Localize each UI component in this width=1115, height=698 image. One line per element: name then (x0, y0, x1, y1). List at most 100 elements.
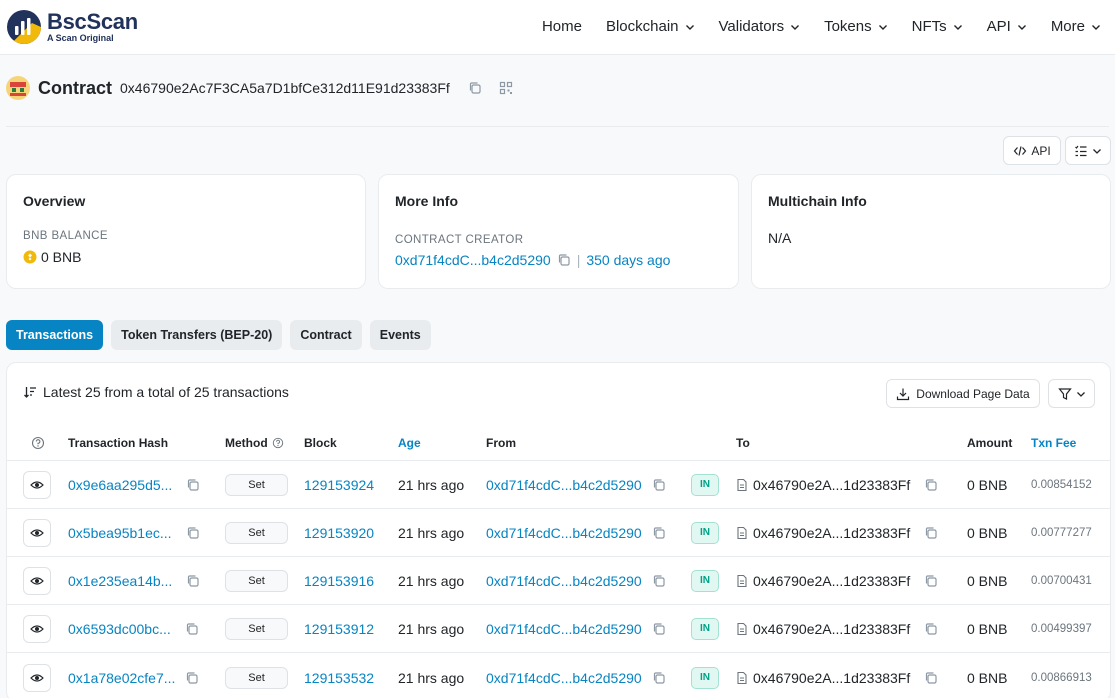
copy-icon[interactable] (652, 526, 666, 540)
bnb-coin-icon (23, 250, 37, 264)
tx-hash-link[interactable]: 0x6593dc00bc... (68, 621, 171, 637)
tab-transactions[interactable]: Transactions (6, 320, 104, 350)
direction-badge: IN (691, 521, 719, 544)
tab-contract[interactable]: Contract (290, 320, 362, 350)
copy-icon[interactable] (652, 574, 666, 588)
document-icon (737, 622, 747, 635)
to-address: 0x46790e2A...1d23383Ff (753, 476, 911, 493)
tx-hash-link[interactable]: 0x9e6aa295d5... (68, 477, 172, 493)
method-badge: Set (225, 569, 288, 592)
header-txn-fee[interactable]: Txn Fee (1031, 436, 1076, 450)
copy-icon[interactable] (185, 622, 199, 636)
sort-icon (24, 387, 36, 398)
header-age[interactable]: Age (398, 436, 421, 450)
from-address-link[interactable]: 0xd71f4cdC...b4c2d5290 (486, 477, 642, 493)
copy-icon[interactable] (924, 478, 938, 492)
tx-fee: 0.00499397 (1031, 622, 1092, 635)
api-button[interactable]: API (1003, 136, 1061, 165)
copy-icon[interactable] (557, 253, 571, 267)
nav-validators[interactable]: Validators (719, 18, 801, 35)
chevron-down-icon (1093, 148, 1101, 154)
tx-hash-link[interactable]: 0x1a78e02cfe7... (68, 670, 175, 686)
copy-icon[interactable] (186, 478, 200, 492)
creation-tx-age[interactable]: 350 days ago (586, 252, 670, 268)
nav-label: Home (541, 18, 582, 35)
transactions-panel: Latest 25 from a total of 25 transaction… (6, 362, 1111, 698)
view-details-button[interactable] (23, 470, 51, 499)
block-link[interactable]: 129153924 (304, 477, 374, 493)
from-address-link[interactable]: 0xd71f4cdC...b4c2d5290 (486, 670, 642, 686)
nav-more[interactable]: More (1051, 18, 1101, 35)
view-details-button[interactable] (23, 663, 51, 692)
copy-icon[interactable] (652, 478, 666, 492)
tab-events[interactable]: Events (369, 320, 431, 350)
nav-tokens[interactable]: Tokens (824, 18, 888, 35)
copy-icon[interactable] (186, 574, 200, 588)
table-row: 0x6593dc00bc... Set 129153912 21 hrs ago… (7, 605, 1110, 653)
document-icon (737, 671, 747, 684)
copy-icon[interactable] (924, 574, 938, 588)
nav-api[interactable]: API (987, 18, 1027, 35)
table-row: 0x1a78e02cfe7... Set 129153532 21 hrs ag… (7, 654, 1110, 698)
nav-nfts[interactable]: NFTs (912, 18, 963, 35)
tx-hash-link[interactable]: 0x1e235ea14b... (68, 573, 172, 589)
block-link[interactable]: 129153532 (304, 670, 374, 686)
chevron-down-icon (878, 24, 887, 30)
tx-fee: 0.00777277 (1031, 526, 1092, 539)
view-details-button[interactable] (23, 518, 51, 547)
to-address: 0x46790e2A...1d23383Ff (753, 572, 911, 589)
bnb-balance-label: BNB BALANCE (23, 230, 108, 242)
bscscan-logo[interactable] (6, 9, 42, 45)
nav-home[interactable]: Home (542, 18, 582, 35)
copy-icon[interactable] (924, 671, 938, 685)
from-address-link[interactable]: 0xd71f4cdC...b4c2d5290 (486, 573, 642, 589)
tx-age: 21 hrs ago (398, 524, 465, 541)
column-info[interactable] (31, 436, 45, 450)
chevron-down-icon (1092, 24, 1100, 30)
view-options-button[interactable] (1065, 136, 1111, 165)
copy-icon[interactable] (468, 81, 482, 95)
block-link[interactable]: 129153916 (304, 573, 374, 589)
from-address-link[interactable]: 0xd71f4cdC...b4c2d5290 (486, 525, 642, 541)
copy-icon[interactable] (185, 671, 199, 685)
copy-icon[interactable] (652, 671, 666, 685)
method-badge: Set (225, 473, 288, 496)
eye-icon (30, 576, 44, 585)
contract-address: 0x46790e2Ac7F3CA5a7D1bfCe312d11E91d23383… (120, 80, 450, 96)
copy-icon[interactable] (924, 622, 938, 636)
nav-blockchain[interactable]: Blockchain (606, 18, 695, 35)
tab-token-transfers[interactable]: Token Transfers (BEP-20) (111, 320, 283, 350)
from-address-link[interactable]: 0xd71f4cdC...b4c2d5290 (486, 621, 642, 637)
brand-name[interactable]: BscScan (47, 9, 138, 35)
contract-avatar-icon (6, 76, 30, 100)
block-link[interactable]: 129153912 (304, 621, 374, 637)
tx-hash-link[interactable]: 0x5bea95b1ec... (68, 525, 172, 541)
block-link[interactable]: 129153920 (304, 525, 374, 541)
qr-code-icon[interactable] (499, 81, 513, 95)
download-label: Download Page Data (916, 386, 1030, 401)
header-block: Block (304, 436, 337, 450)
chevron-down-icon (791, 24, 800, 30)
view-details-button[interactable] (23, 614, 51, 643)
tx-age: 21 hrs ago (398, 476, 465, 493)
document-icon (737, 526, 747, 539)
view-details-button[interactable] (23, 566, 51, 595)
eye-icon (30, 480, 44, 489)
document-icon (737, 574, 747, 587)
download-icon (897, 388, 910, 400)
download-page-data-button[interactable]: Download Page Data (886, 379, 1040, 408)
multichain-card: Multichain Info N/A (751, 174, 1111, 289)
copy-icon[interactable] (652, 622, 666, 636)
direction-badge: IN (691, 569, 719, 592)
copy-icon[interactable] (186, 526, 200, 540)
help-circle-icon (31, 436, 45, 450)
nav-label: Validators (718, 18, 785, 35)
tx-age: 21 hrs ago (398, 620, 465, 637)
contract-creator-label: CONTRACT CREATOR (395, 234, 524, 246)
help-circle-icon[interactable] (272, 437, 284, 449)
filter-button[interactable] (1048, 379, 1095, 408)
copy-icon[interactable] (924, 526, 938, 540)
contract-creator-link[interactable]: 0xd71f4cdC...b4c2d5290 (395, 252, 551, 268)
bnb-balance: 0 BNB (23, 249, 81, 265)
api-code-icon (1014, 145, 1027, 156)
